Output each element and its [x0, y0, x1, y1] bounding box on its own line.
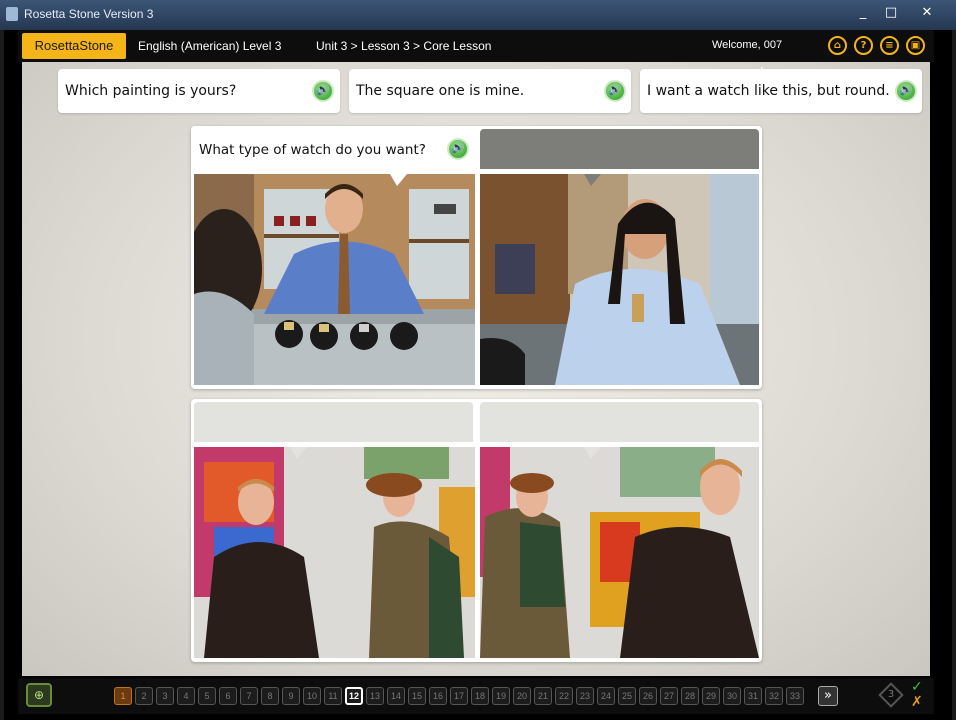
screen-page-13[interactable]: 13 — [366, 687, 384, 705]
check-icon: ✓ — [911, 679, 923, 695]
welcome-label: Welcome, 007 — [712, 39, 783, 51]
panel-group-watch: What type of watch do you want? — [191, 126, 762, 389]
lesson-area: Which painting is yours? The square one … — [22, 62, 930, 676]
app-icon — [6, 7, 18, 21]
screen-page-2[interactable]: 2 — [135, 687, 153, 705]
window-title: Rosetta Stone Version 3 — [24, 7, 154, 21]
screen-page-24[interactable]: 24 — [597, 687, 615, 705]
photo-watch-customer — [480, 174, 759, 385]
screen-page-10[interactable]: 10 — [303, 687, 321, 705]
next-screen-button[interactable]: » — [818, 686, 838, 706]
screen-page-12[interactable]: 12 — [345, 687, 363, 705]
screen-page-27[interactable]: 27 — [660, 687, 678, 705]
screen-page-25[interactable]: 25 — [618, 687, 636, 705]
screen-page-1[interactable]: 1 — [114, 687, 132, 705]
zoom-icon[interactable]: ⊕ — [26, 683, 52, 707]
cross-icon: ✗ — [911, 694, 923, 710]
speech-tail — [584, 447, 601, 459]
caption-text: What type of watch do you want? — [199, 142, 426, 158]
phrase-text: I want a watch like this, but round. — [647, 83, 890, 99]
panel-caption-1[interactable]: What type of watch do you want? — [191, 126, 475, 168]
minimize-button[interactable]: _ — [852, 4, 874, 22]
speaker-icon[interactable] — [895, 80, 917, 102]
screen-page-15[interactable]: 15 — [408, 687, 426, 705]
screen-page-5[interactable]: 5 — [198, 687, 216, 705]
score-indicator: ✓ ✗ — [911, 680, 927, 710]
settings-icon[interactable]: ▣ — [906, 36, 925, 55]
screen-page-31[interactable]: 31 — [744, 687, 762, 705]
photo-gallery-painting — [480, 447, 759, 658]
photo-watch-clerk — [194, 174, 475, 385]
screen-page-21[interactable]: 21 — [534, 687, 552, 705]
speaker-icon[interactable] — [447, 138, 469, 160]
screen-page-26[interactable]: 26 — [639, 687, 657, 705]
screen-page-18[interactable]: 18 — [471, 687, 489, 705]
screen-pager: 1 2 3 4 5 6 7 8 9 10 11 12 13 14 15 16 17 18 19 20 21 22 23 24 2… — [114, 687, 804, 705]
screen-page-19[interactable]: 19 — [492, 687, 510, 705]
screen-page-16[interactable]: 16 — [429, 687, 447, 705]
screen-page-28[interactable]: 28 — [681, 687, 699, 705]
screen-page-29[interactable]: 29 — [702, 687, 720, 705]
panel-caption-2-slot[interactable] — [480, 129, 759, 169]
screen-page-33[interactable]: 33 — [786, 687, 804, 705]
screen-page-14[interactable]: 14 — [387, 687, 405, 705]
speech-tail — [390, 174, 407, 186]
screen-page-8[interactable]: 8 — [261, 687, 279, 705]
speech-tail — [584, 174, 601, 186]
window-titlebar: Rosetta Stone Version 3 _ □ ✕ — [0, 0, 956, 30]
screen-page-30[interactable]: 30 — [723, 687, 741, 705]
speaker-icon[interactable] — [312, 80, 334, 102]
speaker-icon[interactable] — [604, 80, 626, 102]
help-icon[interactable]: ? — [854, 36, 873, 55]
speech-tail — [290, 447, 307, 459]
screen-page-9[interactable]: 9 — [282, 687, 300, 705]
phrase-card-3[interactable]: I want a watch like this, but round. — [640, 69, 922, 113]
app-header: RosettaStone English (American) Level 3 … — [18, 30, 934, 62]
close-button[interactable]: ✕ — [916, 4, 938, 22]
screen-page-17[interactable]: 17 — [450, 687, 468, 705]
screen-page-4[interactable]: 4 — [177, 687, 195, 705]
photo-gallery-couple — [194, 447, 475, 658]
menu-icon[interactable]: ≡ — [880, 36, 899, 55]
app-footer: ⊕ 1 2 3 4 5 6 7 8 9 10 11 12 13 14 15 16 17 18 19 20 21 22 23 2… — [18, 678, 934, 714]
home-icon[interactable]: ⌂ — [828, 36, 847, 55]
screen-page-6[interactable]: 6 — [219, 687, 237, 705]
phrase-text: Which painting is yours? — [65, 83, 237, 99]
panel-caption-3-slot[interactable] — [194, 402, 473, 442]
rosetta-stone-logo: RosettaStone — [22, 33, 126, 59]
maximize-button[interactable]: □ — [880, 4, 902, 22]
panel-group-painting — [191, 399, 762, 662]
screen-page-11[interactable]: 11 — [324, 687, 342, 705]
course-name: English (American) Level 3 — [138, 39, 282, 53]
phrase-text: The square one is mine. — [356, 83, 525, 99]
screen-page-3[interactable]: 3 — [156, 687, 174, 705]
attempts-diamond: 3 — [878, 682, 904, 708]
screen-page-23[interactable]: 23 — [576, 687, 594, 705]
screen-page-7[interactable]: 7 — [240, 687, 258, 705]
panel-caption-4-slot[interactable] — [480, 402, 759, 442]
screen-page-22[interactable]: 22 — [555, 687, 573, 705]
screen-page-20[interactable]: 20 — [513, 687, 531, 705]
screen-page-32[interactable]: 32 — [765, 687, 783, 705]
breadcrumb: Unit 3 > Lesson 3 > Core Lesson — [316, 39, 492, 53]
phrase-card-2[interactable]: The square one is mine. — [349, 69, 631, 113]
phrase-card-1[interactable]: Which painting is yours? — [58, 69, 340, 113]
attempts-count: 3 — [887, 689, 895, 700]
